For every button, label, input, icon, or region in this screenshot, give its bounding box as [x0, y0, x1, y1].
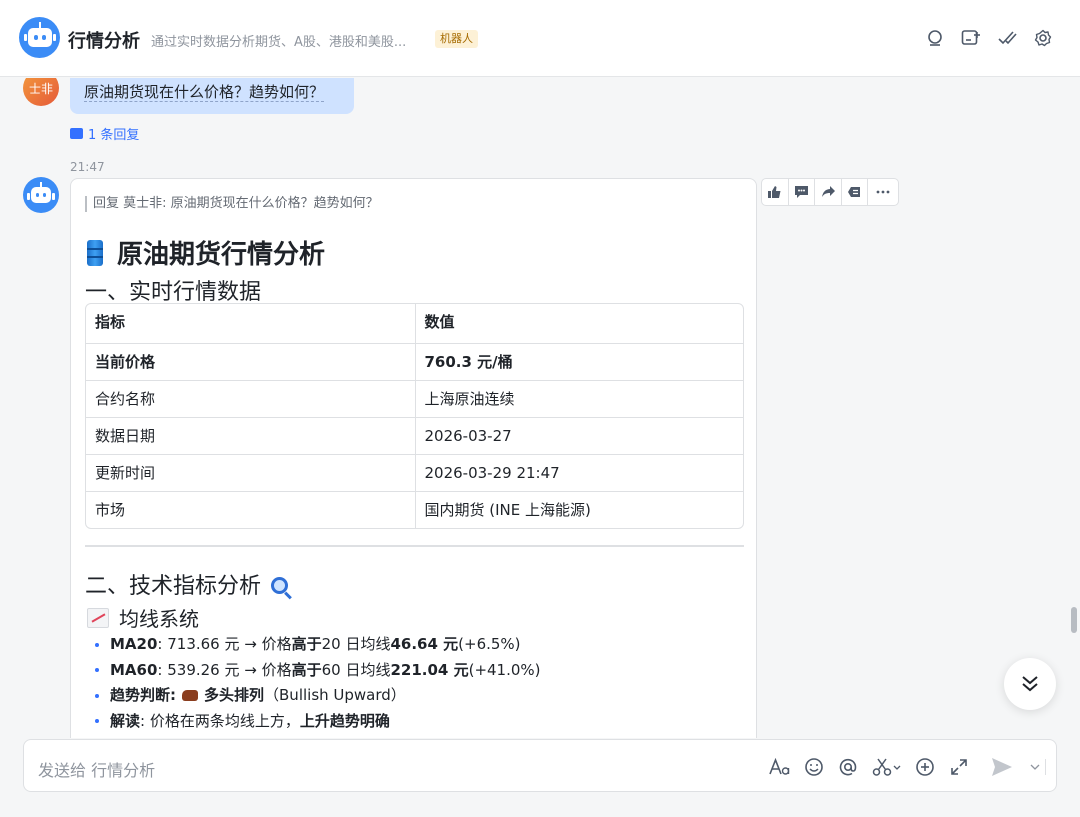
- bot-avatar[interactable]: [23, 177, 59, 213]
- bot-message-card[interactable]: 回复 莫士非: 原油期货现在什么价格？趋势如何？ 原油期货行情分析 一、实时行情…: [70, 178, 757, 738]
- table-row: 合约名称 上海原油连续: [86, 380, 743, 417]
- list-item-strong: 221.04 元: [390, 660, 469, 679]
- oil-barrel-icon: [87, 239, 103, 266]
- table-cell: 国内期货 (INE 上海能源): [414, 492, 744, 528]
- double-chevron-down-icon: [1022, 676, 1038, 692]
- expand-icon[interactable]: [948, 756, 970, 778]
- chevron-down-icon[interactable]: [1024, 756, 1046, 778]
- message-list[interactable]: 士非 原油期货现在什么价格？趋势如何？ 1 条回复 21:47 回复 莫士非: …: [0, 78, 1080, 738]
- list-item-text: （Bullish Upward）: [264, 686, 406, 704]
- list-item-text: : 539.26 元 → 价格: [157, 660, 292, 679]
- thumbs-up-icon[interactable]: [762, 179, 789, 205]
- thread-reply-link[interactable]: 1 条回复: [70, 124, 139, 143]
- list-item-label: MA20: [110, 635, 158, 653]
- reply-count: 1 条回复: [88, 128, 140, 143]
- list-item: MA20: 713.66 元 → 价格 高于 20 日均线 46.64 元 (+6.…: [95, 632, 735, 658]
- done-icon[interactable]: [997, 28, 1017, 48]
- table-cell: 上海原油连续: [414, 381, 744, 417]
- list-item: 趋势判断: 多头排列 （Bullish Upward）: [95, 683, 735, 709]
- font-icon[interactable]: [769, 756, 791, 778]
- table-row: 市场 国内期货 (INE 上海能源): [86, 491, 743, 528]
- reply-icon: [70, 128, 83, 139]
- list-item-label: 趋势判断:: [110, 686, 176, 704]
- list-item-text: : 价格在两条均线上方，: [140, 711, 300, 730]
- message-timestamp: 21:47: [70, 160, 105, 174]
- table-row: 数据日期 2026-03-27: [86, 417, 743, 454]
- section-title-text: 二、技术指标分析: [85, 574, 262, 599]
- list-item-strong: 上升趋势明确: [299, 711, 390, 730]
- list-item-strong: 多头排列: [204, 686, 265, 704]
- table-cell: 2026-03-29 21:47: [414, 455, 744, 491]
- list-item-text: 60 日均线: [321, 660, 391, 679]
- table-cell: 数据日期: [95, 427, 156, 445]
- list-item-strong: 46.64 元: [390, 635, 459, 653]
- bot-badge: 机器人: [435, 30, 478, 48]
- scrollbar-thumb[interactable]: [1071, 607, 1077, 633]
- table-cell: 更新时间: [95, 464, 156, 482]
- list-item: MA60: 539.26 元 → 价格 高于 60 日均线 221.04 元 (+4…: [95, 658, 735, 684]
- list-item-strong: 高于: [291, 660, 322, 679]
- search-icon[interactable]: [925, 28, 945, 48]
- scissors-icon[interactable]: [871, 756, 903, 778]
- heading-text: 原油期货行情分析: [117, 240, 326, 270]
- table-header: 指标: [95, 313, 126, 331]
- table-cell: 760.3 元/桶: [414, 344, 744, 380]
- chat-title[interactable]: 行情分析: [68, 27, 140, 53]
- message-input[interactable]: 发送给 行情分析: [38, 757, 155, 781]
- mention-icon[interactable]: [837, 756, 859, 778]
- table-cell: 当前价格: [95, 353, 156, 371]
- table-header: 数值: [414, 304, 744, 343]
- table-cell: 2026-03-27: [414, 418, 744, 454]
- magnifier-icon: [271, 577, 289, 594]
- subsection-title: 均线系统: [87, 603, 199, 632]
- section-title: 一、实时行情数据: [85, 280, 262, 305]
- divider: [85, 545, 744, 547]
- chat-subtitle: 通过实时数据分析期货、A股、港股和美股...: [151, 35, 407, 50]
- list-item-strong: 高于: [291, 635, 322, 653]
- table-row: 当前价格 760.3 元/桶: [86, 343, 743, 380]
- more-icon[interactable]: [868, 179, 898, 205]
- user-message-bubble[interactable]: 原油期货现在什么价格？趋势如何？: [70, 78, 354, 114]
- chat-header: 行情分析 通过实时数据分析期货、A股、港股和美股... 机器人: [0, 0, 1080, 77]
- reply-quote[interactable]: 回复 莫士非: 原油期货现在什么价格？趋势如何？: [85, 196, 379, 212]
- send-icon[interactable]: [991, 756, 1013, 778]
- forward-icon[interactable]: [815, 179, 842, 205]
- list-item-text: 20 日均线: [321, 635, 391, 653]
- table-cell: 市场: [95, 501, 126, 519]
- list-item: 解读: 价格在两条均线上方， 上升趋势明确: [95, 709, 735, 735]
- list-item-label: 解读: [110, 711, 141, 730]
- chart-increasing-icon: [87, 607, 109, 628]
- table-row: 更新时间 2026-03-29 21:47: [86, 454, 743, 491]
- robot-icon: [23, 22, 56, 47]
- table-cell: 合约名称: [95, 390, 156, 408]
- emoji-icon[interactable]: [803, 756, 825, 778]
- user-message-text: 原油期货现在什么价格？趋势如何？: [84, 83, 325, 102]
- message-action-toolbar: [761, 178, 899, 206]
- settings-icon[interactable]: [1033, 28, 1053, 48]
- message-heading: 原油期货行情分析: [87, 234, 325, 271]
- section-title: 二、技术指标分析: [85, 568, 289, 600]
- robot-icon: [27, 182, 55, 203]
- user-avatar[interactable]: 士非: [23, 78, 59, 106]
- list-item-text: (+6.5%): [458, 635, 521, 653]
- message-composer[interactable]: 发送给 行情分析: [23, 739, 1057, 792]
- bot-avatar[interactable]: [19, 17, 60, 58]
- market-data-table: 指标 数值 当前价格 760.3 元/桶 合约名称 上海原油连续 数据日期 20…: [85, 303, 744, 529]
- list-item-text: : 713.66 元 → 价格: [157, 635, 292, 653]
- comment-icon[interactable]: [789, 179, 816, 205]
- scroll-to-bottom-button[interactable]: [1004, 658, 1056, 710]
- list-item-text: (+41.0%): [468, 660, 541, 679]
- add-chat-icon[interactable]: [961, 28, 981, 48]
- bull-icon: [182, 690, 198, 702]
- list-item-label: MA60: [110, 660, 158, 679]
- add-icon[interactable]: [914, 756, 936, 778]
- indicator-list: MA20: 713.66 元 → 价格 高于 20 日均线 46.64 元 (+6.…: [95, 632, 735, 734]
- subsection-title-text: 均线系统: [119, 607, 199, 631]
- pin-icon[interactable]: [842, 179, 869, 205]
- table-header-row: 指标 数值: [86, 304, 743, 343]
